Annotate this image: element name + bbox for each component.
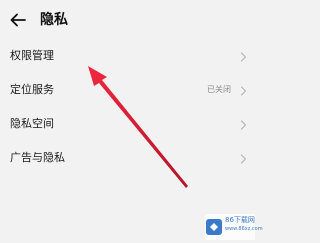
- back-button[interactable]: [8, 10, 28, 30]
- chevron-right-icon: [240, 52, 247, 62]
- chevron-right-icon: [240, 86, 247, 96]
- menu-item-private-space[interactable]: 隐私空间: [0, 108, 257, 142]
- site-logo-icon: [206, 219, 222, 235]
- menu-item-location-service[interactable]: 定位服务 已关闭: [0, 74, 257, 108]
- page-title: 隐私: [40, 12, 68, 28]
- arrow-left-icon: [10, 13, 26, 27]
- menu-item-label: 定位服务: [10, 83, 54, 96]
- top-bar: 隐私: [0, 0, 257, 40]
- menu-item-label: 广告与隐私: [10, 151, 65, 164]
- watermark-title: 86下载网: [225, 216, 255, 224]
- chevron-right-icon: [240, 154, 247, 164]
- location-status-value: 已关闭: [207, 85, 231, 94]
- chevron-right-icon: [240, 120, 247, 130]
- watermark-subtitle: www.86xz.com: [225, 226, 263, 232]
- menu-item-permission-management[interactable]: 权限管理: [0, 40, 257, 74]
- site-watermark: 86下载网 www.86xz.com: [205, 214, 263, 240]
- menu-item-ads-and-privacy[interactable]: 广告与隐私: [0, 142, 257, 176]
- menu-item-label: 权限管理: [10, 49, 54, 62]
- menu-item-label: 隐私空间: [10, 117, 54, 130]
